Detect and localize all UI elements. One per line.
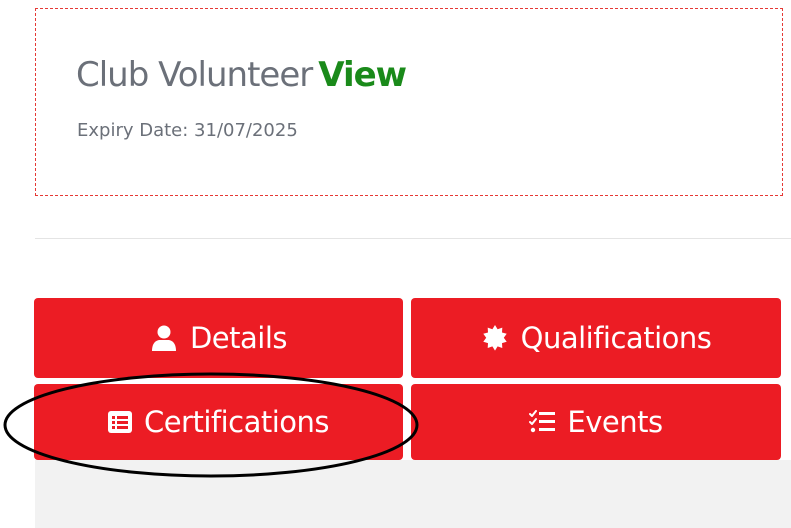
certifications-button[interactable]: Certifications	[34, 384, 403, 460]
membership-card: Club Volunteer View Expiry Date: 31/07/20…	[35, 8, 783, 196]
view-link[interactable]: View	[318, 55, 407, 95]
certifications-label: Certifications	[143, 405, 330, 439]
user-icon	[150, 324, 178, 352]
events-label: Events	[567, 405, 663, 439]
expiry-date: Expiry Date: 31/07/2025	[77, 120, 298, 141]
details-label: Details	[189, 321, 288, 355]
events-button[interactable]: Events	[411, 384, 781, 460]
details-button[interactable]: Details	[34, 298, 403, 378]
tasks-icon	[529, 410, 556, 434]
qualifications-button[interactable]: Qualifications	[411, 298, 781, 378]
content-area	[35, 460, 791, 528]
page: Club Volunteer View Expiry Date: 31/07/20…	[0, 0, 791, 528]
membership-title: Club Volunteer View	[76, 55, 407, 95]
badge-icon	[481, 324, 509, 352]
divider	[35, 238, 791, 239]
qualifications-label: Qualifications	[520, 321, 712, 355]
membership-type: Club Volunteer	[76, 55, 313, 95]
list-alt-icon	[107, 411, 132, 433]
